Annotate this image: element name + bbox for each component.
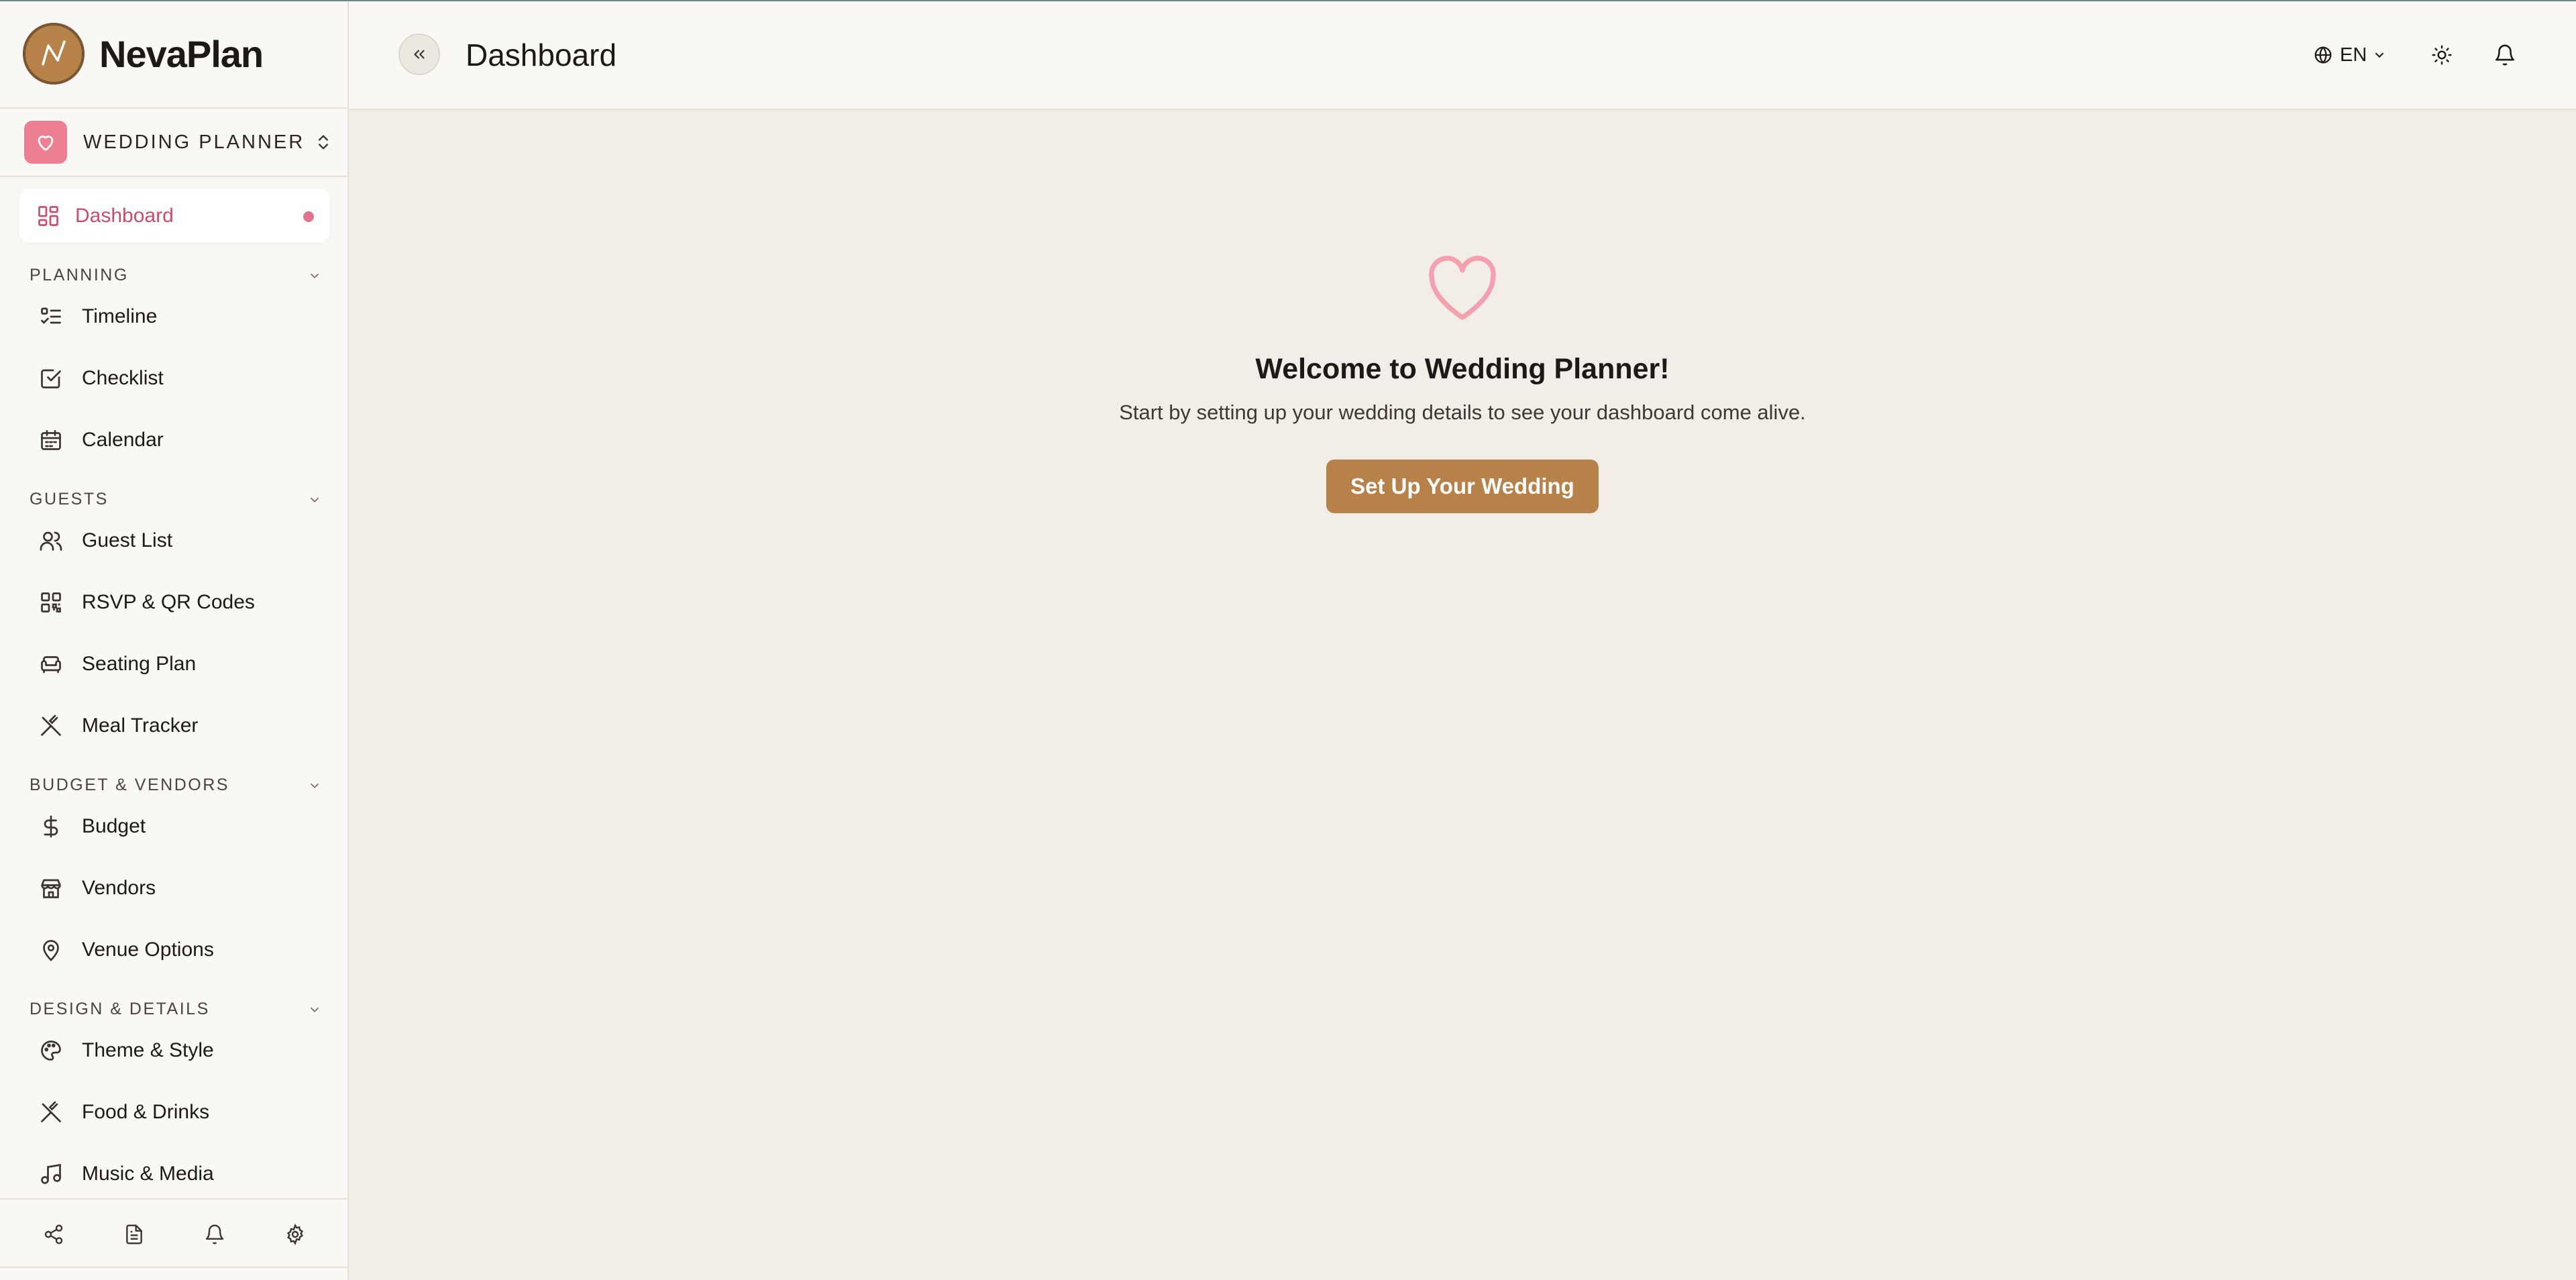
utensils-crossed-icon xyxy=(39,1100,63,1124)
workspace-label: WEDDING PLANNER xyxy=(83,131,305,153)
sidebar-item-label: Vendors xyxy=(82,877,156,899)
brand[interactable]: NevaPlan xyxy=(23,23,264,85)
divider xyxy=(0,176,347,177)
file-text-icon[interactable] xyxy=(115,1216,153,1253)
sofa-icon xyxy=(39,652,63,676)
section-guests[interactable]: GUESTS xyxy=(30,487,322,511)
sidebar-item-label: Checklist xyxy=(82,367,164,389)
music-icon xyxy=(39,1162,63,1186)
square-check-icon xyxy=(39,366,63,390)
theme-toggle-button[interactable] xyxy=(2424,38,2459,72)
sidebar-item-checklist[interactable]: Checklist xyxy=(19,352,330,405)
sidebar-item-dashboard[interactable]: Dashboard xyxy=(19,189,330,243)
sidebar-item-label: Calendar xyxy=(82,429,164,451)
settings-gear-icon[interactable] xyxy=(276,1216,314,1253)
section-design-details[interactable]: DESIGN & DETAILS xyxy=(30,997,322,1021)
sidebar-item-meal-tracker[interactable]: Meal Tracker xyxy=(19,699,330,753)
welcome-panel: Welcome to Wedding Planner! Start by set… xyxy=(349,255,2576,513)
section-label: GUESTS xyxy=(30,490,109,509)
sidebar-item-label: Food & Drinks xyxy=(82,1101,210,1123)
palette-icon xyxy=(39,1038,63,1063)
chevrons-up-down-icon xyxy=(314,133,333,152)
chevrons-left-icon xyxy=(411,46,428,63)
chevron-down-icon xyxy=(307,492,322,507)
bell-icon xyxy=(2493,44,2516,66)
sidebar-item-theme-style[interactable]: Theme & Style xyxy=(19,1024,330,1077)
nevaplan-logo-icon xyxy=(23,23,85,85)
sidebar-item-label: Meal Tracker xyxy=(82,714,199,737)
sidebar-item-label: Timeline xyxy=(82,305,158,327)
sidebar-item-seating-plan[interactable]: Seating Plan xyxy=(19,637,330,691)
heart-icon xyxy=(24,121,67,164)
sidebar-item-vendors[interactable]: Vendors xyxy=(19,861,330,915)
sidebar-item-budget[interactable]: Budget xyxy=(19,800,330,853)
workspace-switcher[interactable]: WEDDING PLANNER xyxy=(24,121,333,164)
dollar-sign-icon xyxy=(39,814,63,839)
chevron-down-icon xyxy=(307,778,322,793)
divider xyxy=(0,1267,347,1268)
list-todo-icon xyxy=(39,305,63,329)
sidebar-item-rsvp-qr[interactable]: RSVP & QR Codes xyxy=(19,576,330,629)
sidebar-item-label: Guest List xyxy=(82,529,173,551)
chevron-down-icon xyxy=(307,268,322,283)
welcome-subtitle: Start by setting up your wedding details… xyxy=(1119,401,1806,424)
sun-icon xyxy=(2431,44,2453,66)
app-name: NevaPlan xyxy=(99,32,264,75)
section-label: BUDGET & VENDORS xyxy=(30,776,229,794)
divider xyxy=(0,1198,347,1199)
top-header: Dashboard EN xyxy=(349,0,2576,110)
language-selector[interactable]: EN xyxy=(2313,39,2387,71)
notifications-button[interactable] xyxy=(2487,38,2522,72)
section-planning[interactable]: PLANNING xyxy=(30,263,322,287)
sidebar-footer xyxy=(0,1216,347,1253)
sidebar-item-label: Dashboard xyxy=(75,205,174,227)
page-title: Dashboard xyxy=(466,38,617,72)
sidebar: NevaPlan WEDDING PLANNER Dashboard PLANN… xyxy=(0,0,349,1280)
store-icon xyxy=(39,876,63,900)
language-code: EN xyxy=(2340,44,2367,66)
sidebar-item-label: RSVP & QR Codes xyxy=(82,591,255,613)
active-indicator-dot xyxy=(303,211,314,222)
layout-dashboard-icon xyxy=(36,204,60,228)
section-label: DESIGN & DETAILS xyxy=(30,1000,210,1018)
sidebar-item-label: Theme & Style xyxy=(82,1039,214,1061)
sidebar-item-label: Seating Plan xyxy=(82,653,197,675)
top-accent-line xyxy=(0,0,2576,1)
sidebar-item-food-drinks[interactable]: Food & Drinks xyxy=(19,1085,330,1139)
bell-icon[interactable] xyxy=(196,1216,233,1253)
sidebar-item-guest-list[interactable]: Guest List xyxy=(19,514,330,568)
divider xyxy=(0,107,347,109)
qr-code-icon xyxy=(39,590,63,615)
sidebar-item-label: Venue Options xyxy=(82,939,214,961)
sidebar-item-music-media[interactable]: Music & Media xyxy=(19,1147,330,1201)
utensils-crossed-icon xyxy=(39,714,63,738)
set-up-wedding-button[interactable]: Set Up Your Wedding xyxy=(1326,460,1599,513)
map-pin-icon xyxy=(39,938,63,962)
section-budget-vendors[interactable]: BUDGET & VENDORS xyxy=(30,773,322,797)
chevron-down-icon xyxy=(307,1002,322,1017)
sidebar-item-label: Music & Media xyxy=(82,1163,214,1185)
welcome-title: Welcome to Wedding Planner! xyxy=(1255,353,1670,385)
collapse-sidebar-button[interactable] xyxy=(398,34,440,75)
heart-icon xyxy=(1426,255,1499,322)
sidebar-item-timeline[interactable]: Timeline xyxy=(19,290,330,343)
sidebar-item-calendar[interactable]: Calendar xyxy=(19,413,330,467)
calendar-icon xyxy=(39,428,63,452)
chevron-down-icon xyxy=(2372,48,2387,62)
globe-icon xyxy=(2313,45,2333,65)
section-label: PLANNING xyxy=(30,266,129,284)
sidebar-item-venue-options[interactable]: Venue Options xyxy=(19,923,330,977)
users-icon xyxy=(39,529,63,553)
sidebar-item-label: Budget xyxy=(82,815,146,837)
share-icon[interactable] xyxy=(35,1216,72,1253)
